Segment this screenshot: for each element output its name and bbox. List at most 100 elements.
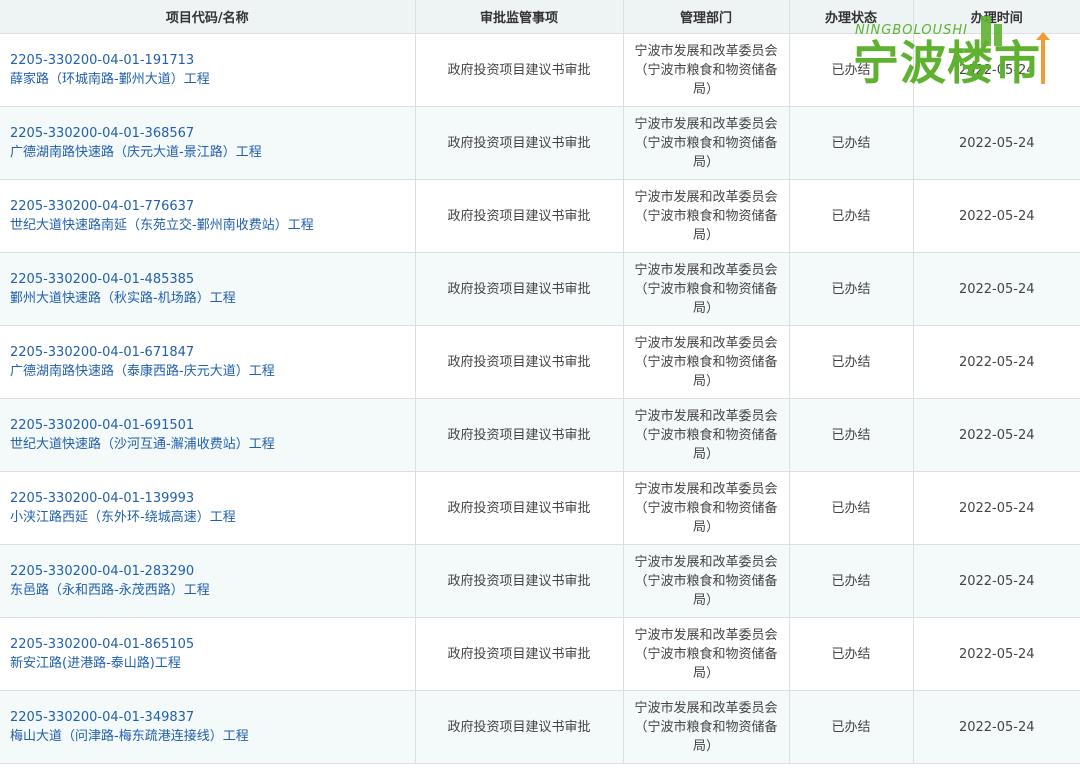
department-line: 局） <box>692 446 719 462</box>
project-name-link[interactable]: 世纪大道快速路南延（东苑立交-鄞州南收费站）工程 <box>10 216 405 235</box>
department-cell: 宁波市发展和改革委员会 （宁波市粮食和物资储备 局） <box>622 33 790 107</box>
approval-matter-cell: 政府投资项目建议书审批 <box>414 33 624 107</box>
department-line: （宁波市粮食和物资储备 <box>634 646 778 662</box>
header-date: 办理时间 <box>912 0 1080 34</box>
department-line: 局） <box>692 81 719 97</box>
department-line: 宁波市发展和改革委员会 <box>634 189 778 205</box>
department-cell: 宁波市发展和改革委员会 （宁波市粮食和物资储备 局） <box>622 398 790 472</box>
header-department: 管理部门 <box>622 0 790 34</box>
table-row: 2205-330200-04-01-776637 世纪大道快速路南延（东苑立交-鄞… <box>0 179 1080 253</box>
project-cell: 2205-330200-04-01-191713 薛家路（环城南路-鄞州大道）工程 <box>0 33 416 107</box>
department-line: 局） <box>692 373 719 389</box>
department-line: 宁波市发展和改革委员会 <box>634 116 778 132</box>
table-row: 2205-330200-04-01-283290 东邑路（永和西路-永茂西路）工程… <box>0 544 1080 618</box>
date-cell: 2022-05-24 <box>912 33 1080 107</box>
department-cell: 宁波市发展和改革委员会 （宁波市粮食和物资储备 局） <box>622 252 790 326</box>
approval-matter-cell: 政府投资项目建议书审批 <box>414 690 624 764</box>
header-approval-matter: 审批监管事项 <box>414 0 624 34</box>
project-code-link[interactable]: 2205-330200-04-01-485385 <box>10 270 405 289</box>
department-line: （宁波市粮食和物资储备 <box>634 719 778 735</box>
table-header: 项目代码/名称 审批监管事项 管理部门 办理状态 办理时间 <box>0 0 1080 34</box>
department-line: 宁波市发展和改革委员会 <box>634 627 778 643</box>
department-line: （宁波市粮食和物资储备 <box>634 135 778 151</box>
department-line: （宁波市粮食和物资储备 <box>634 573 778 589</box>
project-name-link[interactable]: 广德湖南路快速路（庆元大道-景江路）工程 <box>10 143 405 162</box>
department-cell: 宁波市发展和改革委员会 （宁波市粮食和物资储备 局） <box>622 179 790 253</box>
table-row: 2205-330200-04-01-671847 广德湖南路快速路（泰康西路-庆元… <box>0 325 1080 399</box>
status-cell: 已办结 <box>788 325 914 399</box>
department-line: 宁波市发展和改革委员会 <box>634 43 778 59</box>
project-cell: 2205-330200-04-01-485385 鄞州大道快速路（秋实路-机场路）… <box>0 252 416 326</box>
department-line: 局） <box>692 227 719 243</box>
table-row: 2205-330200-04-01-349837 梅山大道（问津路-梅东疏港连接线… <box>0 690 1080 764</box>
project-code-link[interactable]: 2205-330200-04-01-865105 <box>10 635 405 654</box>
project-code-link[interactable]: 2205-330200-04-01-776637 <box>10 197 405 216</box>
status-cell: 已办结 <box>788 398 914 472</box>
project-cell: 2205-330200-04-01-368567 广德湖南路快速路（庆元大道-景江… <box>0 106 416 180</box>
approval-matter-cell: 政府投资项目建议书审批 <box>414 544 624 618</box>
approval-matter-cell: 政府投资项目建议书审批 <box>414 471 624 545</box>
header-row: 项目代码/名称 审批监管事项 管理部门 办理状态 办理时间 <box>0 0 1080 34</box>
project-name-link[interactable]: 新安江路(进港路-泰山路)工程 <box>10 654 405 673</box>
approval-matter-cell: 政府投资项目建议书审批 <box>414 398 624 472</box>
status-cell: 已办结 <box>788 252 914 326</box>
page: 项目代码/名称 审批监管事项 管理部门 办理状态 办理时间 2205-33020… <box>0 0 1080 770</box>
approval-matter-cell: 政府投资项目建议书审批 <box>414 179 624 253</box>
project-code-link[interactable]: 2205-330200-04-01-671847 <box>10 343 405 362</box>
department-line: （宁波市粮食和物资储备 <box>634 500 778 516</box>
department-line: （宁波市粮食和物资储备 <box>634 62 778 78</box>
table-row: 2205-330200-04-01-485385 鄞州大道快速路（秋实路-机场路）… <box>0 252 1080 326</box>
status-cell: 已办结 <box>788 690 914 764</box>
project-name-link[interactable]: 薛家路（环城南路-鄞州大道）工程 <box>10 70 405 89</box>
department-cell: 宁波市发展和改革委员会 （宁波市粮食和物资储备 局） <box>622 544 790 618</box>
project-name-link[interactable]: 世纪大道快速路（沙河互通-澥浦收费站）工程 <box>10 435 405 454</box>
project-cell: 2205-330200-04-01-349837 梅山大道（问津路-梅东疏港连接线… <box>0 690 416 764</box>
header-project-code-name: 项目代码/名称 <box>0 0 416 34</box>
project-cell: 2205-330200-04-01-691501 世纪大道快速路（沙河互通-澥浦收… <box>0 398 416 472</box>
approval-matter-cell: 政府投资项目建议书审批 <box>414 106 624 180</box>
table-row: 2205-330200-04-01-865105 新安江路(进港路-泰山路)工程政… <box>0 617 1080 691</box>
table-row: 2205-330200-04-01-691501 世纪大道快速路（沙河互通-澥浦收… <box>0 398 1080 472</box>
project-cell: 2205-330200-04-01-139993 小浃江路西延（东外环-绕城高速）… <box>0 471 416 545</box>
project-code-link[interactable]: 2205-330200-04-01-191713 <box>10 51 405 70</box>
date-cell: 2022-05-24 <box>912 617 1080 691</box>
project-code-link[interactable]: 2205-330200-04-01-283290 <box>10 562 405 581</box>
project-cell: 2205-330200-04-01-671847 广德湖南路快速路（泰康西路-庆元… <box>0 325 416 399</box>
project-name-link[interactable]: 广德湖南路快速路（泰康西路-庆元大道）工程 <box>10 362 405 381</box>
status-cell: 已办结 <box>788 179 914 253</box>
department-cell: 宁波市发展和改革委员会 （宁波市粮食和物资储备 局） <box>622 690 790 764</box>
status-cell: 已办结 <box>788 471 914 545</box>
project-code-link[interactable]: 2205-330200-04-01-691501 <box>10 416 405 435</box>
department-line: 局） <box>692 519 719 535</box>
date-cell: 2022-05-24 <box>912 179 1080 253</box>
project-name-link[interactable]: 小浃江路西延（东外环-绕城高速）工程 <box>10 508 405 527</box>
department-line: （宁波市粮食和物资储备 <box>634 427 778 443</box>
status-cell: 已办结 <box>788 617 914 691</box>
project-code-link[interactable]: 2205-330200-04-01-368567 <box>10 124 405 143</box>
project-code-link[interactable]: 2205-330200-04-01-349837 <box>10 708 405 727</box>
project-name-link[interactable]: 梅山大道（问津路-梅东疏港连接线）工程 <box>10 727 405 746</box>
date-cell: 2022-05-24 <box>912 471 1080 545</box>
table-body: 2205-330200-04-01-191713 薛家路（环城南路-鄞州大道）工程… <box>0 33 1080 764</box>
department-line: （宁波市粮食和物资储备 <box>634 208 778 224</box>
date-cell: 2022-05-24 <box>912 690 1080 764</box>
date-cell: 2022-05-24 <box>912 325 1080 399</box>
status-cell: 已办结 <box>788 33 914 107</box>
project-name-link[interactable]: 东邑路（永和西路-永茂西路）工程 <box>10 581 405 600</box>
department-line: 宁波市发展和改革委员会 <box>634 262 778 278</box>
department-line: 宁波市发展和改革委员会 <box>634 554 778 570</box>
department-line: （宁波市粮食和物资储备 <box>634 354 778 370</box>
status-cell: 已办结 <box>788 106 914 180</box>
project-cell: 2205-330200-04-01-283290 东邑路（永和西路-永茂西路）工程 <box>0 544 416 618</box>
department-line: 宁波市发展和改革委员会 <box>634 408 778 424</box>
department-line: 宁波市发展和改革委员会 <box>634 481 778 497</box>
project-name-link[interactable]: 鄞州大道快速路（秋实路-机场路）工程 <box>10 289 405 308</box>
department-cell: 宁波市发展和改革委员会 （宁波市粮食和物资储备 局） <box>622 325 790 399</box>
department-line: 局） <box>692 665 719 681</box>
approval-matter-cell: 政府投资项目建议书审批 <box>414 617 624 691</box>
header-status: 办理状态 <box>788 0 914 34</box>
department-cell: 宁波市发展和改革委员会 （宁波市粮食和物资储备 局） <box>622 471 790 545</box>
department-cell: 宁波市发展和改革委员会 （宁波市粮食和物资储备 局） <box>622 106 790 180</box>
approval-matter-cell: 政府投资项目建议书审批 <box>414 252 624 326</box>
project-code-link[interactable]: 2205-330200-04-01-139993 <box>10 489 405 508</box>
